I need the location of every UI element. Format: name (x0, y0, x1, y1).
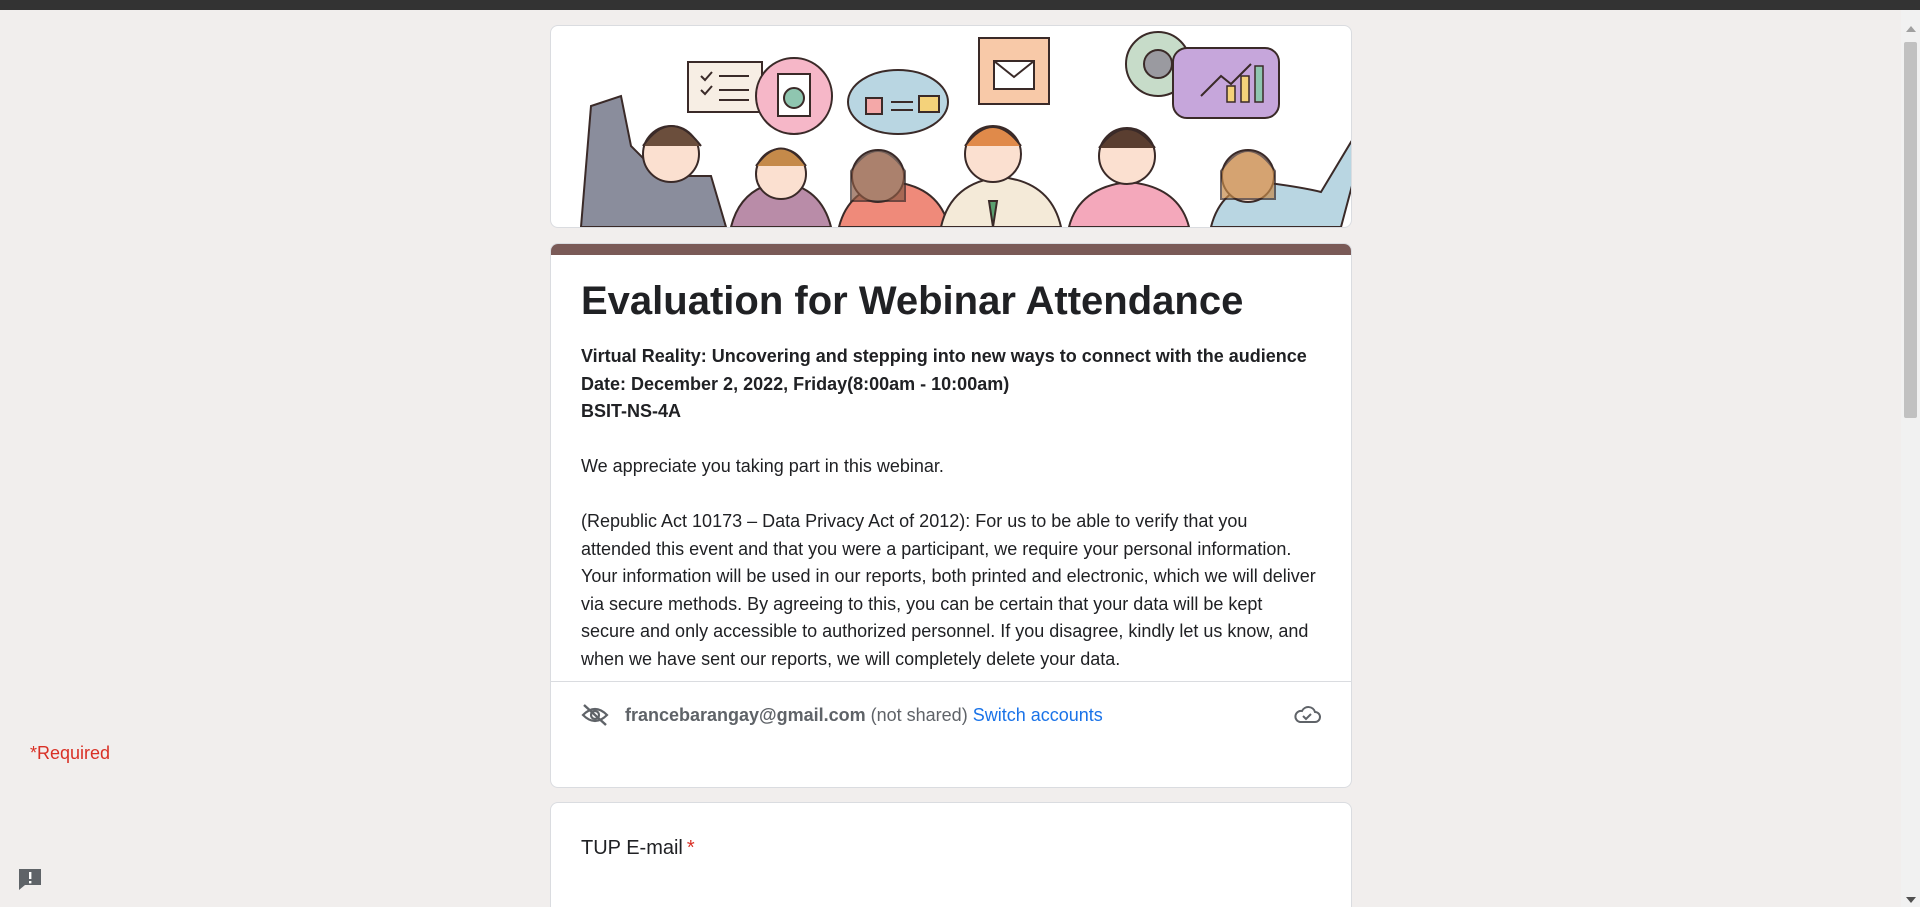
checklist-bubble-icon (687, 61, 763, 113)
description-topic: Virtual Reality: Uncovering and stepping… (581, 346, 1307, 366)
question-title: TUP E-mail (581, 837, 683, 859)
report-feedback-icon[interactable] (16, 866, 44, 892)
account-row: francebarangay@gmail.com (not shared) Sw… (581, 700, 1321, 730)
account-sharing-status: (not shared) (870, 704, 968, 725)
browser-top-bar (0, 0, 1920, 10)
scrollbar[interactable] (1901, 10, 1920, 907)
person-illustration-1 (579, 94, 728, 227)
description-privacy: (Republic Act 10173 – Data Privacy Act o… (581, 511, 1316, 669)
person-illustration-2 (729, 147, 833, 227)
person-illustration-4 (939, 125, 1063, 227)
scroll-up-arrow-icon[interactable] (1906, 26, 1916, 32)
header-divider (551, 681, 1351, 682)
cloud-check-icon[interactable] (1293, 703, 1321, 727)
question-card[interactable]: TUP E-mail * (550, 802, 1352, 907)
form-description: Virtual Reality: Uncovering and stepping… (581, 343, 1321, 673)
scroll-down-arrow-icon[interactable] (1906, 897, 1916, 903)
person-illustration-3 (837, 149, 951, 227)
scrollbar-thumb[interactable] (1904, 42, 1917, 418)
person-illustration-5 (1067, 127, 1191, 227)
form-banner-image (550, 25, 1352, 228)
account-email: francebarangay@gmail.com (625, 704, 866, 725)
required-note: *Required (30, 743, 111, 763)
description-section: BSIT-NS-4A (581, 401, 682, 421)
form-header-card: Evaluation for Webinar Attendance Virtua… (550, 243, 1352, 788)
header-accent-bar (551, 244, 1351, 255)
description-thanks: We appreciate you taking part in this we… (581, 456, 944, 476)
required-asterisk: * (686, 837, 695, 859)
switch-accounts-link[interactable]: Switch accounts (973, 705, 1103, 726)
description-date: Date: December 2, 2022, Friday(8:00am - … (581, 373, 1010, 394)
person-illustration-6 (1209, 140, 1351, 227)
question-label: TUP E-mail * (581, 837, 695, 860)
form-title: Evaluation for Webinar Attendance (581, 279, 1244, 323)
eye-off-icon (581, 704, 609, 726)
